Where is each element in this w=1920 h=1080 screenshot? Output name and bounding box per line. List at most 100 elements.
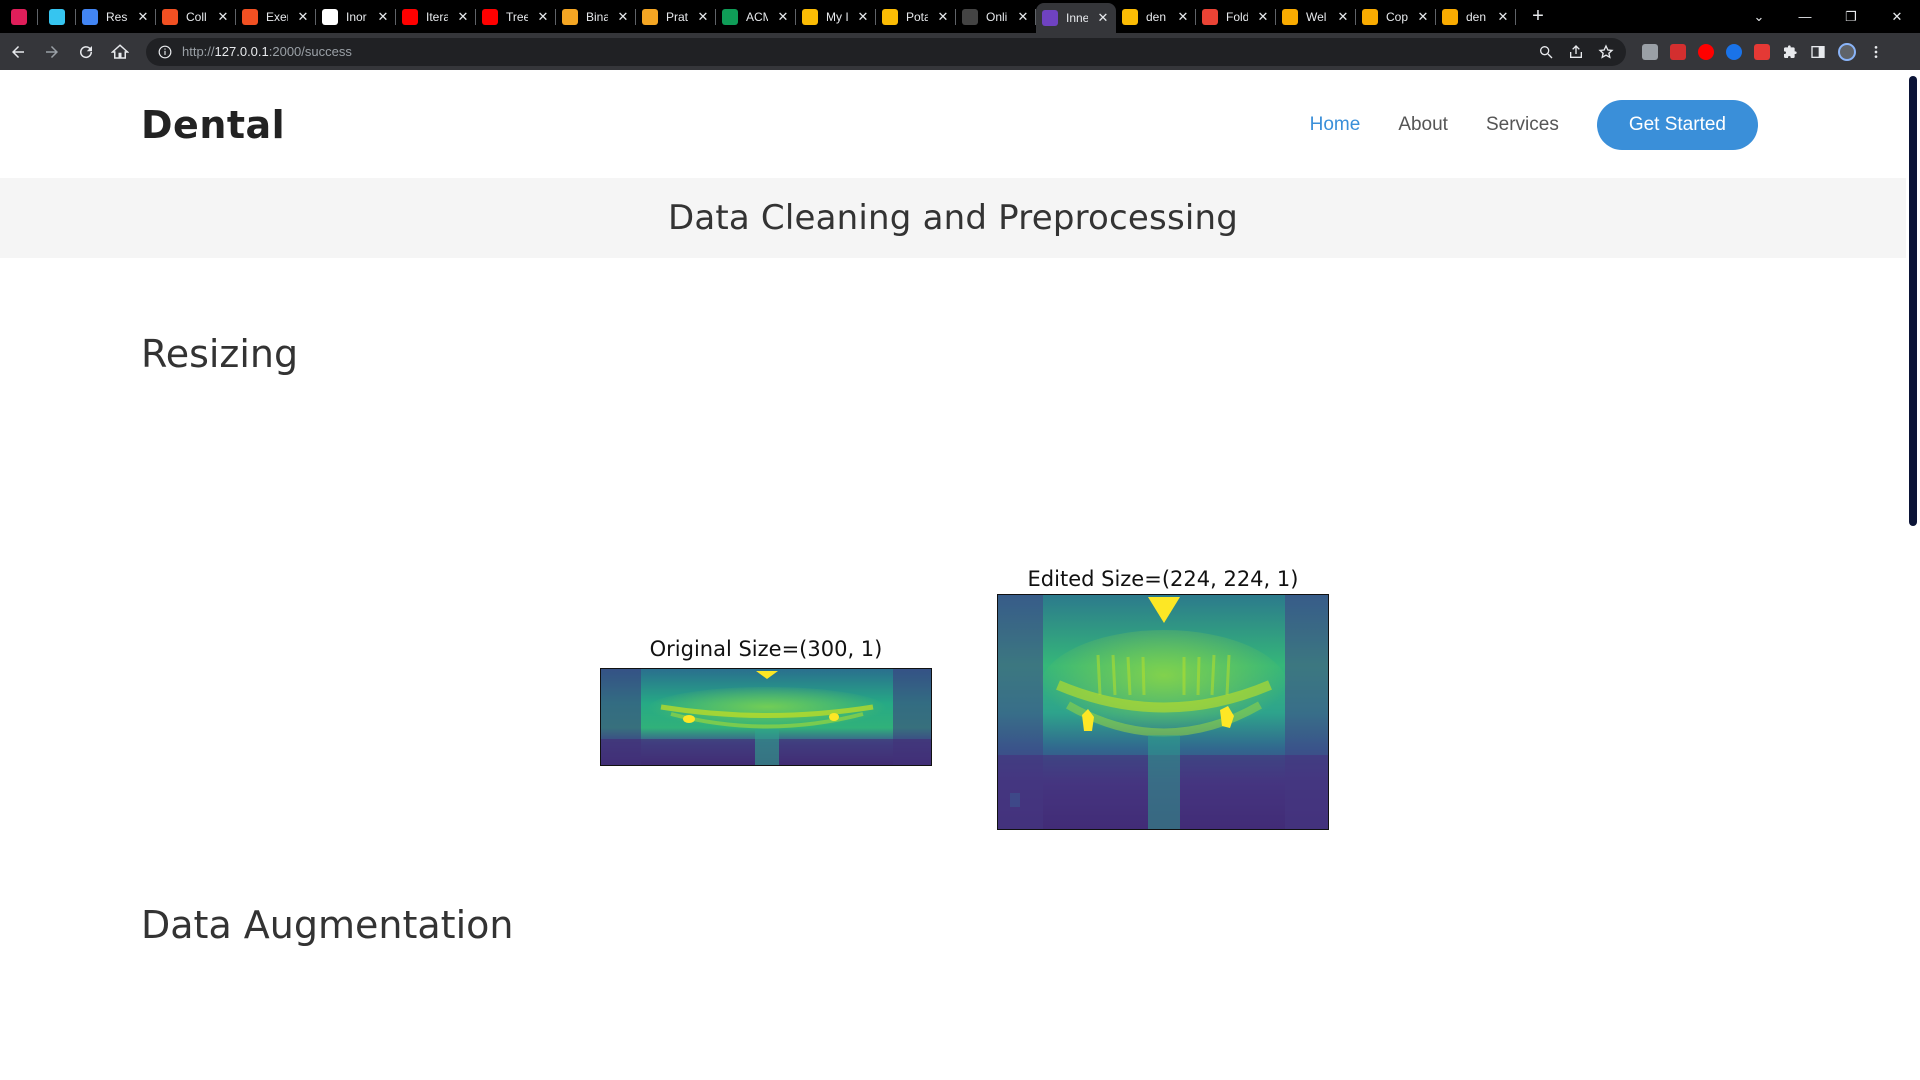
extensions-area	[1642, 42, 1884, 61]
browser-tab[interactable]: Prat ✕	[636, 0, 716, 33]
page-scrollbar[interactable]	[1906, 70, 1920, 1080]
browser-tab[interactable]: Onli ✕	[956, 0, 1036, 33]
browser-tab[interactable]: Coll ✕	[156, 0, 236, 33]
close-tab-icon[interactable]: ✕	[1256, 9, 1270, 25]
browser-toolbar: http://127.0.0.1:2000/success	[0, 33, 1920, 70]
close-window-icon[interactable]: ✕	[1874, 9, 1920, 25]
colab-icon	[1362, 8, 1378, 25]
arrow-left-icon	[12, 45, 24, 58]
wave-extension-icon[interactable]	[1726, 43, 1742, 60]
colab-icon	[1442, 8, 1458, 25]
tab-title: Fold	[1226, 9, 1248, 24]
sidepanel-icon[interactable]	[1810, 44, 1826, 60]
menu-dots-icon[interactable]	[1868, 44, 1884, 60]
tab-title: den	[1146, 9, 1167, 24]
browser-tab[interactable]: Tree ✕	[476, 0, 556, 33]
forward-button[interactable]	[36, 36, 68, 68]
youtube-extension-icon[interactable]	[1698, 43, 1714, 60]
close-tab-icon[interactable]: ✕	[216, 9, 230, 25]
edited-size-caption: Edited Size=(224, 224, 1)	[1027, 567, 1299, 591]
close-tab-icon[interactable]: ✕	[376, 9, 390, 25]
main-nav: Home About Services Get Started	[1272, 100, 1758, 150]
browser-tab[interactable]: Exer ✕	[236, 0, 316, 33]
page-banner: Data Cleaning and Preprocessing	[0, 178, 1906, 258]
tab-title: Tree	[506, 9, 528, 24]
reload-icon	[80, 45, 93, 58]
close-tab-icon[interactable]: ✕	[776, 9, 790, 25]
browser-tab[interactable]: Cop ✕	[1356, 0, 1436, 33]
page-viewport: Dental Home About Services Get Started D…	[0, 70, 1920, 1080]
browser-tab[interactable]: Itera ✕	[396, 0, 476, 33]
close-tab-icon[interactable]: ✕	[1176, 9, 1190, 25]
new-tab-button[interactable]: +	[1526, 5, 1550, 28]
restore-icon[interactable]: ❐	[1828, 9, 1874, 25]
browser-tab[interactable]: den ✕	[1436, 0, 1516, 33]
profile-avatar-icon[interactable]	[1838, 42, 1856, 61]
tab-title: Onli	[986, 9, 1008, 24]
close-tab-icon[interactable]: ✕	[1496, 9, 1510, 25]
browser-tab[interactable]: ACM ✕	[716, 0, 796, 33]
tab-title: Coll	[186, 9, 207, 24]
drive-icon	[1122, 8, 1138, 25]
sheets-icon	[722, 8, 738, 25]
pdf-extension-icon[interactable]	[1670, 43, 1686, 60]
close-tab-icon[interactable]: ✕	[856, 9, 870, 25]
get-started-button[interactable]: Get Started	[1596, 100, 1758, 150]
site-logo[interactable]: Dental	[141, 103, 285, 147]
close-tab-icon[interactable]: ✕	[1336, 9, 1350, 25]
zoom-icon[interactable]	[1538, 44, 1554, 60]
extension-icon[interactable]	[1642, 43, 1658, 60]
browser-tab[interactable]: Resu ✕	[76, 0, 156, 33]
browser-tab[interactable]: Pota ✕	[876, 0, 956, 33]
scrollbar-thumb[interactable]	[1909, 76, 1917, 526]
close-tab-icon[interactable]: ✕	[936, 9, 950, 25]
nav-about-link[interactable]: About	[1398, 114, 1448, 136]
section-title-data-augmentation: Data Augmentation	[141, 903, 514, 947]
browser-tab[interactable]: Inor ✕	[316, 0, 396, 33]
tab-title: Resu	[106, 9, 128, 24]
close-tab-icon[interactable]: ✕	[456, 9, 470, 25]
d-icon	[962, 8, 978, 25]
tab-title: Wel	[1306, 9, 1327, 24]
nav-services-link[interactable]: Services	[1486, 114, 1559, 136]
slack-icon	[49, 8, 65, 25]
tab-title: Exer	[266, 9, 288, 24]
puzzle-icon[interactable]	[1782, 44, 1798, 60]
close-tab-icon[interactable]: ✕	[136, 9, 150, 25]
star-icon[interactable]	[1598, 43, 1614, 60]
codeforces-icon	[642, 8, 658, 25]
close-tab-icon[interactable]: ✕	[296, 9, 310, 25]
gmail-icon	[1202, 8, 1218, 25]
chevron-down-icon[interactable]: ⌄	[1736, 9, 1782, 25]
tab-title: ACM	[746, 9, 768, 24]
close-tab-icon[interactable]: ✕	[1096, 10, 1110, 26]
browser-tab[interactable]: My I ✕	[796, 0, 876, 33]
browser-tab[interactable]: Bina ✕	[556, 0, 636, 33]
close-tab-icon[interactable]: ✕	[1416, 9, 1430, 25]
browser-tab[interactable]	[0, 0, 38, 33]
browser-tab[interactable]: Fold ✕	[1196, 0, 1276, 33]
minimize-icon[interactable]: —	[1782, 9, 1828, 24]
edited-xray-image	[997, 594, 1329, 830]
nav-home-link[interactable]: Home	[1310, 114, 1361, 136]
google-icon	[322, 8, 338, 25]
lock-extension-icon[interactable]	[1754, 43, 1770, 60]
address-bar[interactable]: http://127.0.0.1:2000/success	[146, 37, 1626, 66]
section-title-resizing: Resizing	[141, 332, 299, 376]
arrow-right-icon	[46, 45, 58, 58]
back-button[interactable]	[2, 36, 34, 68]
home-button[interactable]	[104, 36, 136, 68]
browser-tab[interactable]: Inne ✕	[1036, 3, 1116, 33]
close-tab-icon[interactable]: ✕	[536, 9, 550, 25]
reload-button[interactable]	[70, 36, 102, 68]
close-tab-icon[interactable]: ✕	[696, 9, 710, 25]
youtube-icon	[402, 8, 418, 25]
close-tab-icon[interactable]: ✕	[616, 9, 630, 25]
browser-tab-strip: Resu✕Coll✕Exer✕Inor✕Itera✕Tree✕Bina✕Prat…	[0, 0, 1920, 33]
share-icon[interactable]	[1568, 44, 1584, 60]
close-tab-icon[interactable]: ✕	[1016, 9, 1030, 25]
browser-tab[interactable]: den ✕	[1116, 0, 1196, 33]
browser-tab[interactable]	[38, 0, 76, 33]
browser-tab[interactable]: Wel ✕	[1276, 0, 1356, 33]
site-header: Dental Home About Services Get Started	[0, 70, 1906, 178]
